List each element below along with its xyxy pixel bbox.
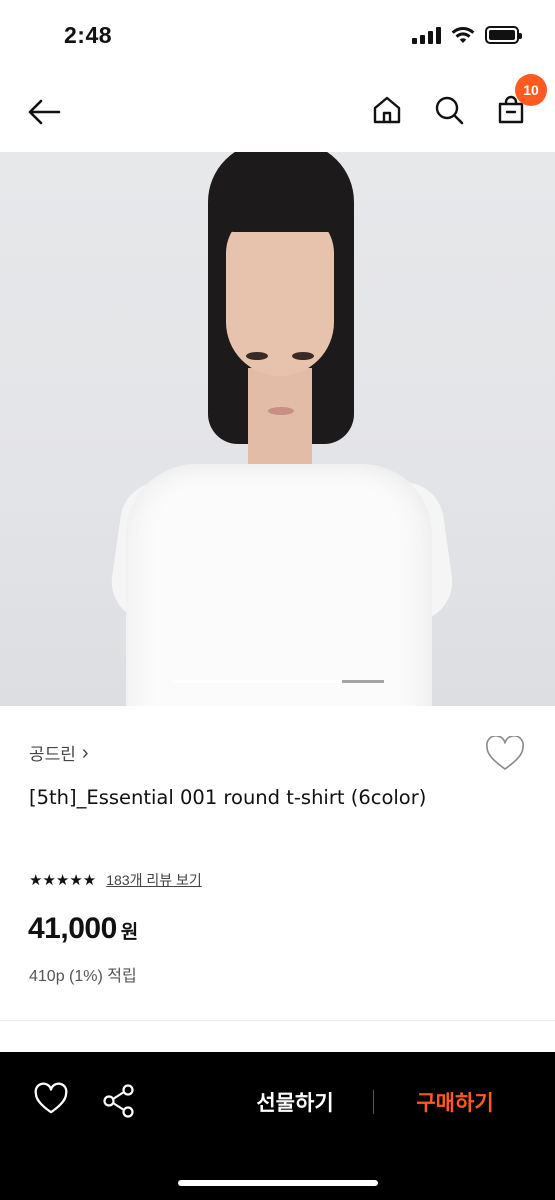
- cart-button[interactable]: 10: [489, 74, 547, 132]
- product-title: [5th]_Essential 001 round t-shirt (6colo…: [29, 786, 427, 809]
- wishlist-button[interactable]: [485, 734, 525, 772]
- home-icon: [373, 96, 401, 124]
- home-button[interactable]: [365, 88, 409, 132]
- bottom-action-bar: 선물하기 구매하기: [0, 1052, 555, 1200]
- section-divider: [0, 1020, 555, 1021]
- carousel-progress-bar: [172, 680, 384, 683]
- status-icons: [412, 26, 522, 44]
- chevron-right-icon: ›: [81, 741, 89, 764]
- star-rating-icon: ★★★★★: [29, 872, 97, 889]
- cart-count-badge: 10: [515, 74, 547, 106]
- brand-link[interactable]: 공드린 ›: [29, 740, 89, 765]
- search-button[interactable]: [427, 88, 471, 132]
- review-link[interactable]: 183개 리뷰 보기: [106, 870, 202, 890]
- back-button[interactable]: [22, 90, 66, 134]
- arrow-left-icon: [28, 99, 61, 125]
- share-icon: [103, 1084, 134, 1118]
- reward-points: 410p (1%) 적립: [29, 968, 137, 985]
- buy-button[interactable]: 구매하기: [395, 1082, 515, 1122]
- status-time: 2:48: [64, 22, 113, 48]
- gift-button[interactable]: 선물하기: [240, 1082, 350, 1122]
- button-separator: [373, 1090, 374, 1114]
- heart-icon: [34, 1082, 68, 1114]
- like-button[interactable]: [32, 1082, 72, 1122]
- carousel-progress-fill: [172, 680, 342, 683]
- heart-outline-icon: [485, 734, 525, 770]
- top-navigation: 10: [0, 70, 555, 152]
- wifi-icon: [451, 26, 475, 43]
- rating-row: ★★★★★ 183개 리뷰 보기: [29, 870, 202, 890]
- search-icon: [435, 96, 464, 125]
- status-bar: 2:48: [0, 0, 555, 70]
- product-photo: [0, 152, 555, 706]
- cellular-signal-icon: [412, 26, 441, 44]
- share-button[interactable]: [100, 1082, 140, 1122]
- header-actions: 10: [365, 74, 547, 132]
- brand-name: 공드린: [29, 745, 76, 764]
- product-image-carousel[interactable]: [0, 152, 555, 706]
- home-indicator[interactable]: [178, 1180, 378, 1186]
- battery-icon: [485, 26, 522, 44]
- price-value: 41,000: [28, 912, 117, 945]
- price-currency: 원: [120, 922, 139, 943]
- price-row: 41,000 원: [28, 912, 138, 946]
